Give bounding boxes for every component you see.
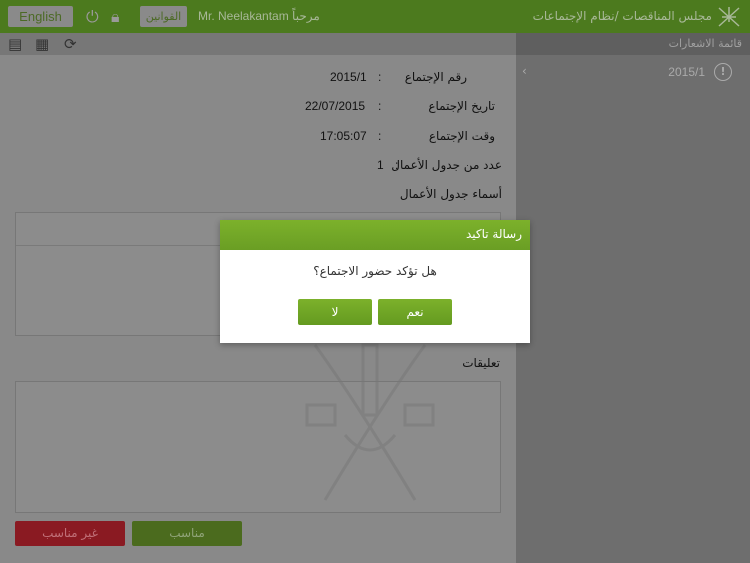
calendar-icon[interactable]: ▦	[35, 35, 49, 53]
colon: :	[378, 99, 382, 113]
welcome-text: مرحباً Mr. Neelakantam	[198, 9, 320, 23]
meeting-time-label: وقت الإجتماع	[428, 129, 495, 143]
meeting-number-value: 2015/1	[330, 70, 367, 84]
toolbar: ▤ ▦ ⟳	[0, 33, 516, 55]
oman-emblem-logo	[718, 7, 740, 27]
agenda-count-value: 1	[377, 158, 384, 172]
power-icon[interactable]: ⏻	[86, 7, 99, 27]
chevron-left-icon: ‹	[522, 64, 527, 78]
notification-item[interactable]: ‹ 2015/1 !	[516, 55, 750, 91]
notification-label: 2015/1	[668, 65, 705, 79]
app-title: مجلس المناقصات /نظام الإجتماعات	[532, 9, 712, 23]
document-icon[interactable]: ▤	[8, 35, 22, 53]
sidebar-title: قائمة الاشعارات	[516, 33, 750, 55]
comments-label: تعليقات	[462, 356, 500, 370]
notifications-sidebar: قائمة الاشعارات ‹ 2015/1 !	[516, 33, 750, 563]
meeting-date-value: 22/07/2015	[305, 99, 366, 113]
refresh-icon[interactable]: ⟳	[64, 35, 77, 53]
no-button[interactable]: لا	[298, 299, 372, 325]
agenda-count-label: عدد من جدول الأعمال	[391, 158, 502, 172]
colon: :	[395, 158, 399, 172]
suitable-button[interactable]: مناسب	[132, 521, 242, 546]
app-header: English ⏻ 🔒︎ القوانين مرحباً Mr. Neelaka…	[0, 0, 750, 33]
unsuitable-button[interactable]: غير مناسب	[15, 521, 125, 546]
dialog-message: هل تؤكد حضور الاجتماع؟	[313, 264, 437, 278]
alert-icon: !	[714, 63, 732, 81]
meeting-date-label: تاريخ الإجتماع	[428, 99, 495, 113]
confirmation-dialog: رسالة تاكيد هل تؤكد حضور الاجتماع؟ نعم ل…	[220, 220, 530, 343]
meeting-number-label: رقم الإجتماع	[404, 70, 467, 84]
meeting-time-value: 17:05:07	[320, 129, 367, 143]
colon: :	[378, 70, 382, 84]
colon: :	[378, 129, 382, 143]
english-language-button[interactable]: English	[8, 6, 73, 27]
laws-button[interactable]: القوانين	[140, 6, 187, 27]
agenda-names-label: أسماء جدول الأعمال	[399, 187, 502, 201]
dialog-title: رسالة تاكيد	[220, 220, 530, 250]
yes-button[interactable]: نعم	[378, 299, 452, 325]
oman-emblem-watermark	[305, 343, 435, 501]
lock-icon[interactable]: 🔒︎	[111, 7, 120, 27]
